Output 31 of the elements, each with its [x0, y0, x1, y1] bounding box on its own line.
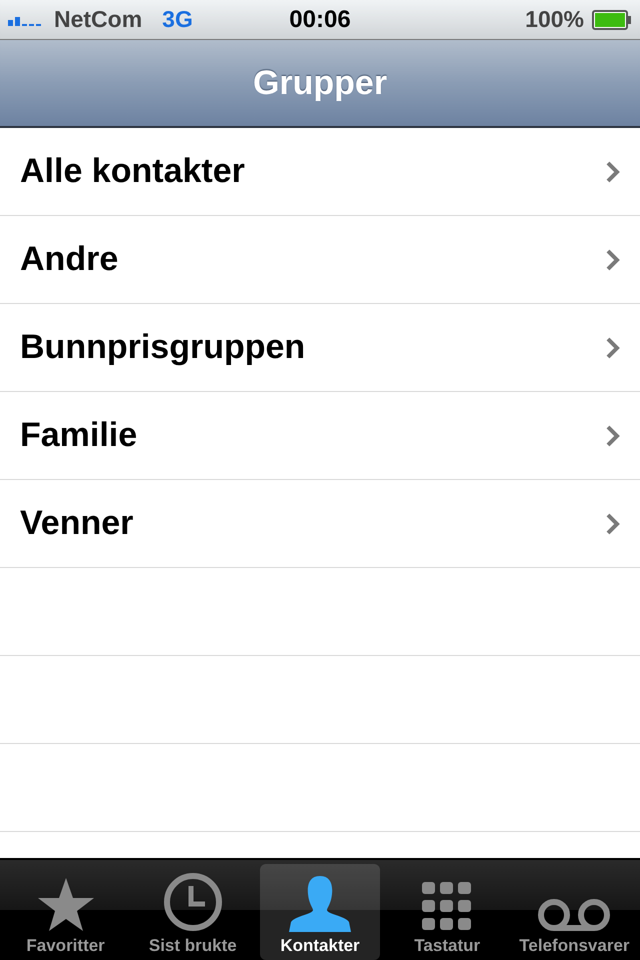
group-label: Alle kontakter — [20, 152, 245, 191]
tab-item[interactable]: Tastatur — [388, 864, 507, 960]
battery-percent: 100% — [525, 6, 584, 33]
group-row[interactable]: Venner — [0, 480, 640, 568]
tab-item[interactable]: Sist brukte — [133, 864, 252, 960]
group-row[interactable]: Alle kontakter — [0, 128, 640, 216]
network-type: 3G — [162, 6, 193, 33]
group-label: Bunnprisgruppen — [20, 328, 306, 367]
battery-icon — [592, 10, 632, 30]
tab-item[interactable]: Telefonsvarer — [514, 864, 634, 960]
group-row[interactable]: Familie — [0, 392, 640, 480]
nav-title: Grupper — [252, 64, 388, 102]
group-row[interactable]: Bunnprisgruppen — [0, 304, 640, 392]
chevron-icon — [606, 336, 620, 358]
tab-item[interactable]: Favoritter — [6, 864, 126, 960]
clock-time: 00:06 — [289, 6, 351, 34]
person-icon — [287, 874, 353, 932]
star-icon — [36, 876, 96, 932]
chevron-icon — [606, 160, 620, 182]
group-label: Familie — [20, 416, 138, 455]
chevron-icon — [606, 248, 620, 270]
voicemail-icon — [537, 898, 612, 932]
group-label: Andre — [20, 240, 118, 279]
group-label: Venner — [20, 504, 134, 543]
carrier-name: NetCom — [54, 6, 142, 33]
chevron-icon — [606, 512, 620, 534]
tab-item[interactable]: Kontakter — [260, 864, 380, 960]
chevron-icon — [606, 424, 620, 446]
clock-icon — [162, 872, 223, 932]
group-row[interactable]: Andre — [0, 216, 640, 304]
keypad-icon — [422, 882, 472, 932]
